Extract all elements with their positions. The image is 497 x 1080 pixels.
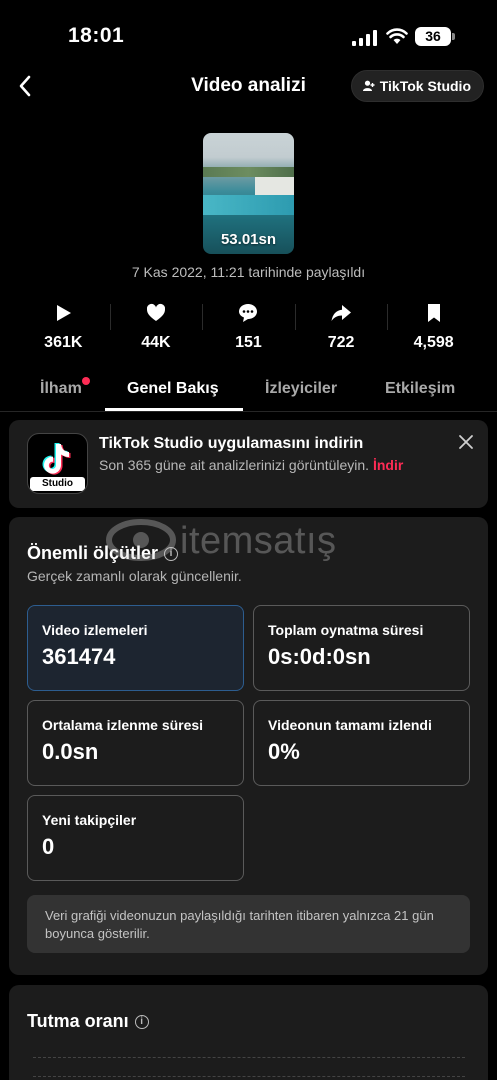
active-tab-indicator [105,408,243,411]
tiktok-logo-icon [42,443,71,475]
heart-icon [146,303,166,321]
tab-engagement[interactable]: Etkileşim [385,380,455,398]
cellular-signal-icon [352,30,377,46]
header: Video analizi TikTok Studio [0,70,497,104]
stat-value: 4,598 [413,334,454,351]
post-date: 7 Kas 2022, 11:21 tarihinde paylaşıldı [131,264,366,280]
stat-value: 44K [141,334,171,351]
metric-video-views[interactable]: Video izlemeleri 361474 [27,605,244,691]
metric-new-followers[interactable]: Yeni takipçiler 0 [27,795,244,881]
share-icon [331,305,352,321]
data-range-note: Veri grafiği videonuzun paylaşıldığı tar… [27,895,470,953]
metric-watched-full-video[interactable]: Videonun tamamı izlendi 0% [253,700,470,786]
tiktok-studio-label: TikTok Studio [379,78,471,94]
play-icon [57,305,72,321]
tab-viewers[interactable]: İzleyiciler [265,380,337,398]
stat-views: 361K [17,300,110,356]
promo-title: TikTok Studio uygulamasını indirin [99,435,364,452]
chart-gridline [33,1057,465,1058]
tiktok-studio-button[interactable]: TikTok Studio [350,70,484,102]
stat-comments: 151 [202,300,295,356]
battery-icon: 36 [415,27,455,46]
watermark-logo-icon [106,519,176,561]
download-link[interactable]: İndir [373,457,403,473]
user-plus-icon [362,80,375,91]
stat-likes: 44K [109,300,203,356]
metric-average-watch-time[interactable]: Ortalama izlenme süresi 0.0sn [27,700,244,786]
metric-total-play-time[interactable]: Toplam oynatma süresi 0s:0d:0sn [253,605,470,691]
stat-shares: 722 [294,300,388,356]
retention-title: Tutma oranı i [27,1011,149,1032]
stat-value: 722 [327,334,355,351]
stat-saves: 4,598 [387,300,480,356]
promo-subtitle: Son 365 güne ait analizlerinizi görüntül… [99,457,404,473]
chart-gridline [33,1076,465,1077]
video-thumbnail[interactable]: 53.01sn [203,133,294,254]
key-metrics-card: Önemli ölçütler i Gerçek zamanlı olarak … [9,517,488,975]
metrics-subtitle: Gerçek zamanlı olarak güncellenir. [27,568,242,584]
wifi-icon [386,28,408,44]
tab-inspiration[interactable]: İlham [40,377,90,398]
info-icon[interactable]: i [134,1014,149,1029]
studio-promo-banner[interactable]: Studio TikTok Studio uygulamasını indiri… [9,420,488,508]
watermark: itemsatış [106,518,396,562]
status-time: 18:01 [68,24,125,47]
close-icon[interactable] [458,434,474,450]
retention-card: Tutma oranı i [9,985,488,1080]
stat-value: 151 [235,334,262,351]
tiktok-studio-app-icon: Studio [27,433,88,494]
stats-row: 361K 44K 151 722 4,598 [17,300,480,356]
tab-overview[interactable]: Genel Bakış [127,380,219,398]
watermark-text: itemsatış [180,520,337,562]
tab-bar: İlham Genel Bakış İzleyiciler Etkileşim [0,370,497,412]
comment-icon [239,304,258,322]
notification-dot [81,377,90,385]
status-bar: 18:01 36 [0,0,497,70]
bookmark-icon [427,304,440,322]
app-icon-label: Studio [30,477,85,491]
video-duration: 53.01sn [220,231,277,248]
stat-value: 361K [44,334,83,351]
